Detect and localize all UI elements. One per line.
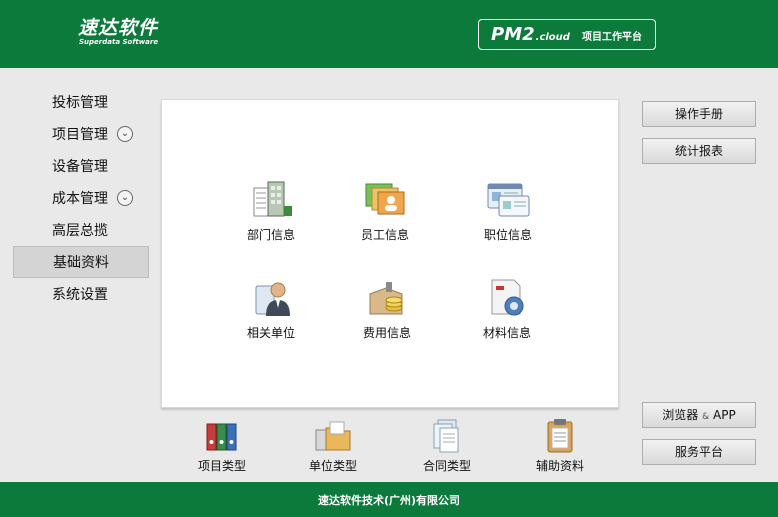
tile-label: 员工信息 [360,228,409,242]
chevron-down-icon[interactable]: ⌄ [117,190,133,206]
manual-button[interactable]: 操作手册 [642,101,756,127]
tile-auxiliary-data[interactable]: 辅助资料 [520,418,600,474]
sidebar-item-equipment[interactable]: 设备管理 [13,150,149,182]
sidebar-item-project[interactable]: 项目管理 ⌄ [13,118,149,150]
sidebar-item-cost[interactable]: 成本管理 ⌄ [13,182,149,214]
documents-icon [428,418,466,454]
clipboard-icon [541,418,579,454]
tile-expense[interactable]: 费用信息 [342,276,432,341]
ampersand: & [702,412,710,422]
employee-icon [362,178,408,222]
sidebar-item-label: 成本管理 [52,191,108,207]
folder-icon [314,418,352,454]
logo: 速达软件 Superdata Software [78,18,158,47]
app-label: APP [713,408,736,422]
main-panel: 部门信息 员工信息 职位信息 相关单位 费用信息 材料信息 [161,99,619,408]
product-name: PM2 [491,24,535,45]
tile-department[interactable]: 部门信息 [226,178,316,243]
product-suffix: .cloud [535,32,570,43]
tile-label: 单位类型 [308,459,357,473]
browser-label: 浏览器 [662,408,699,422]
sidebar-item-label: 设备管理 [52,159,108,175]
related-unit-icon [248,276,294,320]
tile-label: 合同类型 [422,459,471,473]
tile-position[interactable]: 职位信息 [463,178,553,243]
reports-button[interactable]: 统计报表 [642,138,756,164]
sidebar-item-label: 投标管理 [52,95,108,111]
sidebar-item-label: 系统设置 [52,287,108,303]
position-icon [485,178,531,222]
tile-label: 辅助资料 [535,459,584,473]
tile-related-unit[interactable]: 相关单位 [226,276,316,341]
tile-material[interactable]: 材料信息 [462,276,552,341]
tile-label: 材料信息 [482,326,531,340]
tile-label: 职位信息 [483,228,532,242]
tile-employee[interactable]: 员工信息 [340,178,430,243]
tile-label: 费用信息 [362,326,411,340]
tile-label: 部门信息 [246,228,295,242]
sidebar-item-basic-data[interactable]: 基础资料 [13,246,149,278]
service-platform-button[interactable]: 服务平台 [642,439,756,465]
product-subtitle: 项目工作平台 [581,32,642,43]
tile-label: 项目类型 [197,459,246,473]
footer-company: 速达软件技术(广州)有限公司 [317,494,461,507]
sidebar-item-bidding[interactable]: 投标管理 [13,86,149,118]
tile-project-type[interactable]: 项目类型 [182,418,262,474]
logo-cn: 速达软件 [78,17,159,39]
sidebar-item-label: 项目管理 [52,127,108,143]
footer: 速达软件技术(广州)有限公司 [0,482,778,517]
material-icon [484,276,530,320]
tile-label: 相关单位 [246,326,295,340]
browser-app-button[interactable]: 浏览器 & APP [642,402,756,428]
tile-contract-type[interactable]: 合同类型 [407,418,487,474]
sidebar-item-overview[interactable]: 高层总揽 [13,214,149,246]
chevron-down-icon[interactable]: ⌄ [117,126,133,142]
expense-icon [364,276,410,320]
department-icon [248,178,294,222]
product-badge: PM2 .cloud 项目工作平台 [478,19,656,50]
sidebar-item-label: 高层总揽 [52,223,108,239]
binders-icon [203,418,241,454]
sidebar: 投标管理 项目管理 ⌄ 设备管理 成本管理 ⌄ 高层总揽 基础资料 系统设置 [13,86,149,310]
logo-en: Superdata Software [79,38,159,46]
tile-unit-type[interactable]: 单位类型 [293,418,373,474]
header-bar: 速达软件 Superdata Software PM2 .cloud 项目工作平… [0,0,778,68]
sidebar-item-label: 基础资料 [53,255,109,271]
sidebar-item-system-settings[interactable]: 系统设置 [13,278,149,310]
